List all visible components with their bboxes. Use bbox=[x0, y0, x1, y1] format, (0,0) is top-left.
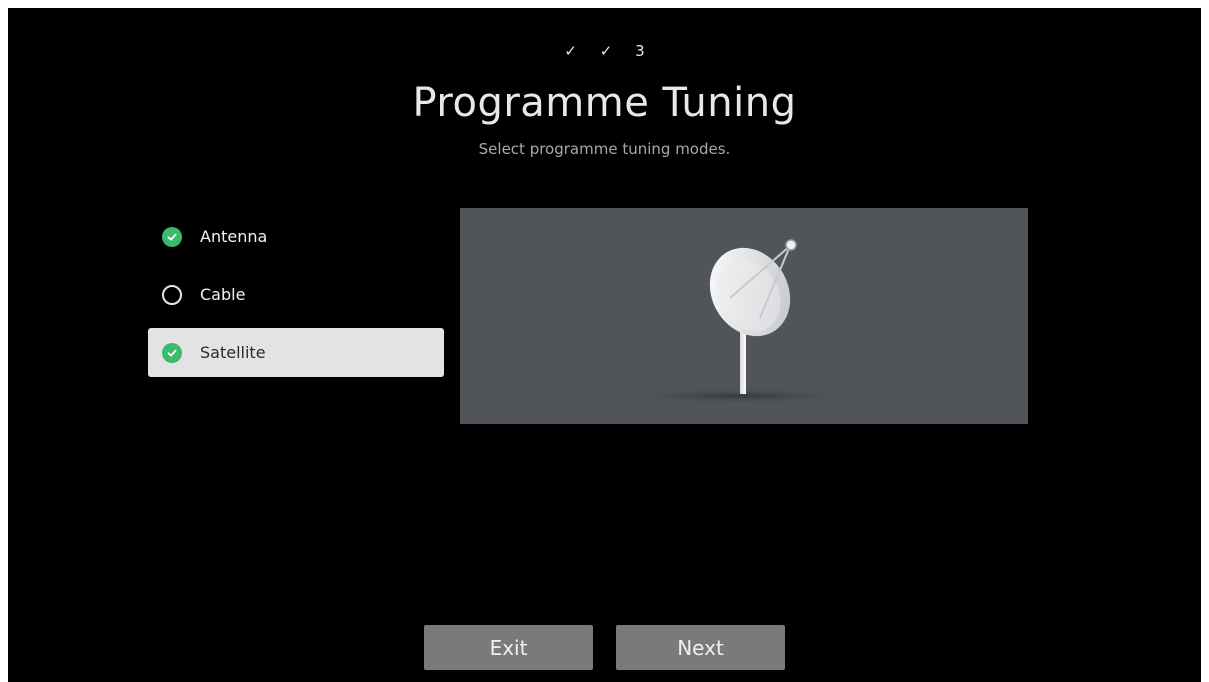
option-label: Satellite bbox=[200, 343, 266, 362]
page-title: Programme Tuning bbox=[412, 80, 797, 126]
page-subtitle: Select programme tuning modes. bbox=[478, 140, 731, 158]
option-label: Cable bbox=[200, 285, 246, 304]
step-1-done: ✓ bbox=[564, 42, 577, 60]
exit-button[interactable]: Exit bbox=[424, 625, 593, 670]
step-indicator: ✓ ✓ 3 bbox=[0, 42, 1209, 60]
checked-icon bbox=[162, 226, 182, 247]
step-3-current: 3 bbox=[635, 42, 645, 60]
option-label: Antenna bbox=[200, 227, 268, 246]
footer-buttons: Exit Next bbox=[0, 625, 1209, 670]
setup-screen: ✓ ✓ 3 Programme Tuning Select programme … bbox=[0, 0, 1209, 682]
option-satellite[interactable]: Satellite bbox=[148, 328, 444, 377]
tuning-mode-list: Antenna Cable Satellite bbox=[148, 212, 444, 386]
satellite-dish-icon bbox=[610, 239, 870, 404]
next-button[interactable]: Next bbox=[616, 625, 785, 670]
unchecked-circle-icon bbox=[162, 284, 182, 305]
step-2-done: ✓ bbox=[599, 42, 613, 60]
option-antenna[interactable]: Antenna bbox=[148, 212, 444, 261]
checked-icon bbox=[162, 342, 182, 363]
option-cable[interactable]: Cable bbox=[148, 270, 444, 319]
illustration-panel bbox=[460, 208, 1028, 424]
